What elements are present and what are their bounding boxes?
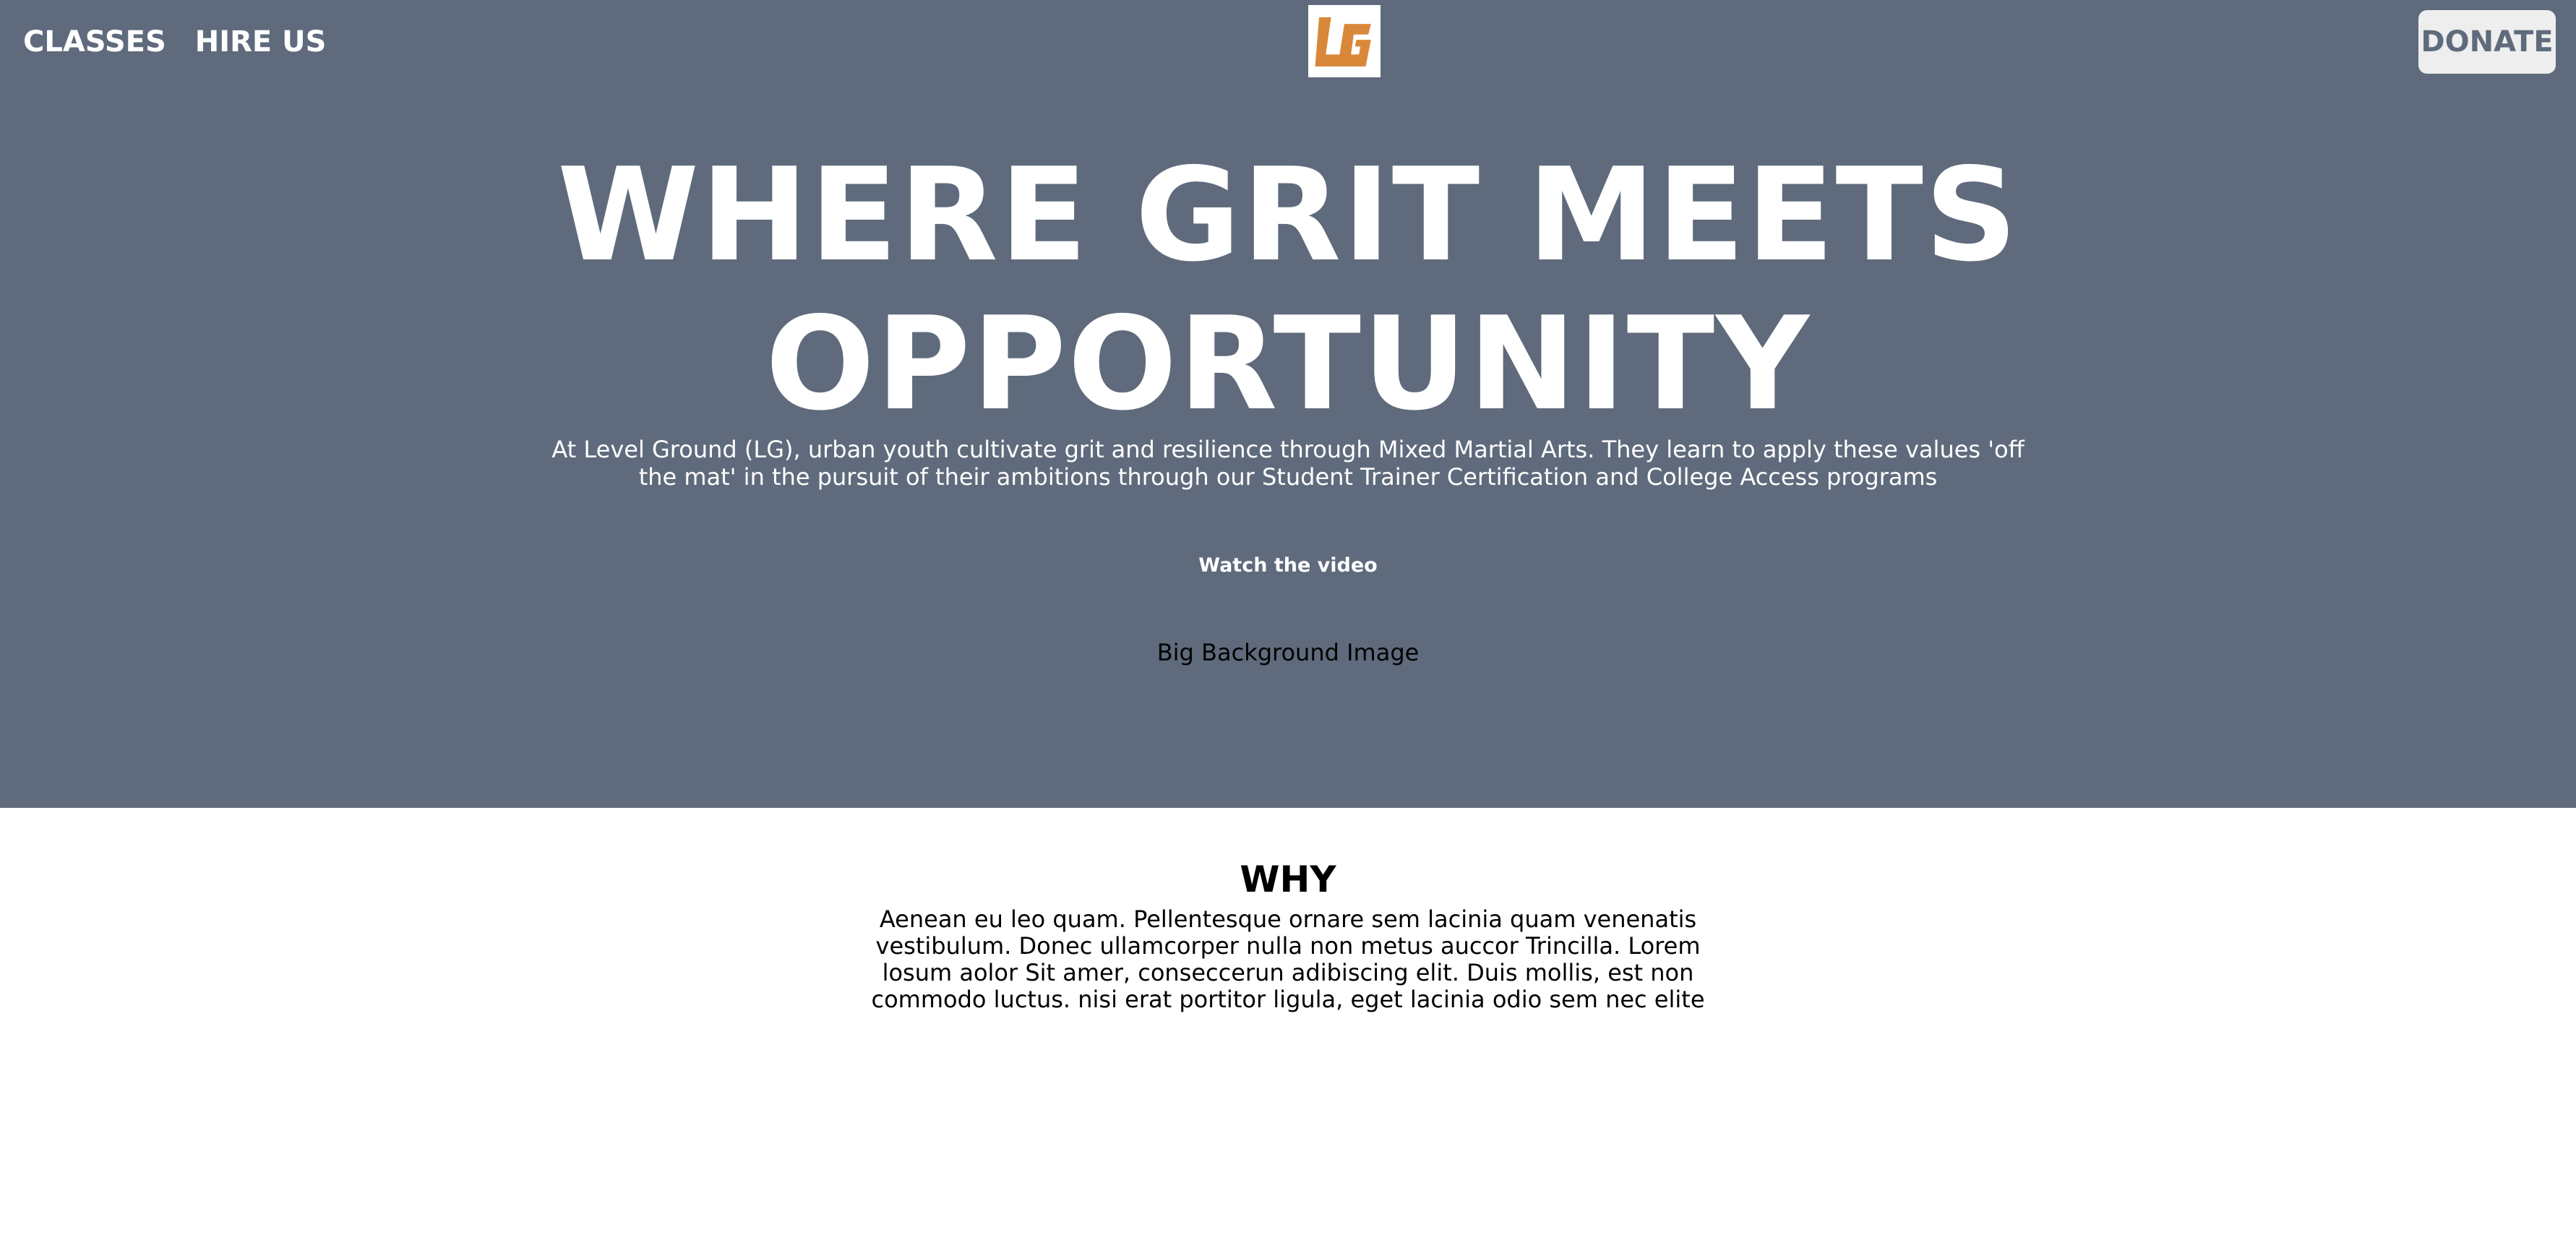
- nav-hire-us-link[interactable]: HIRE US: [195, 22, 327, 62]
- hero-subtitle: At Level Ground (LG), urban youth cultiv…: [551, 436, 2025, 491]
- hero-section: CLASSES HIRE US DONATE WHERE GRIT MEETS …: [0, 0, 2576, 808]
- why-heading: WHY: [1240, 858, 1336, 900]
- why-section: WHY Aenean eu leo quam. Pellentesque orn…: [0, 853, 2576, 1013]
- donate-button[interactable]: DONATE: [2418, 10, 2556, 74]
- nav-classes-link[interactable]: CLASSES: [23, 22, 166, 62]
- lg-logo-icon: [1315, 17, 1371, 66]
- background-image-label: Big Background Image: [1156, 639, 1420, 666]
- why-body: Aenean eu leo quam. Pellentesque ornare …: [871, 905, 1705, 1013]
- hero-headline: WHERE GRIT MEETS OPPORTUNITY: [0, 141, 2576, 439]
- main-nav: CLASSES HIRE US: [23, 22, 326, 62]
- watch-video-link[interactable]: Watch the video: [1198, 554, 1377, 577]
- watch-video-wrapper: Watch the video: [0, 552, 2576, 580]
- hero-headline-line-2: OPPORTUNITY: [765, 289, 1811, 439]
- hero-headline-line-1: WHERE GRIT MEETS: [557, 140, 2019, 290]
- lg-logo[interactable]: [1308, 5, 1381, 77]
